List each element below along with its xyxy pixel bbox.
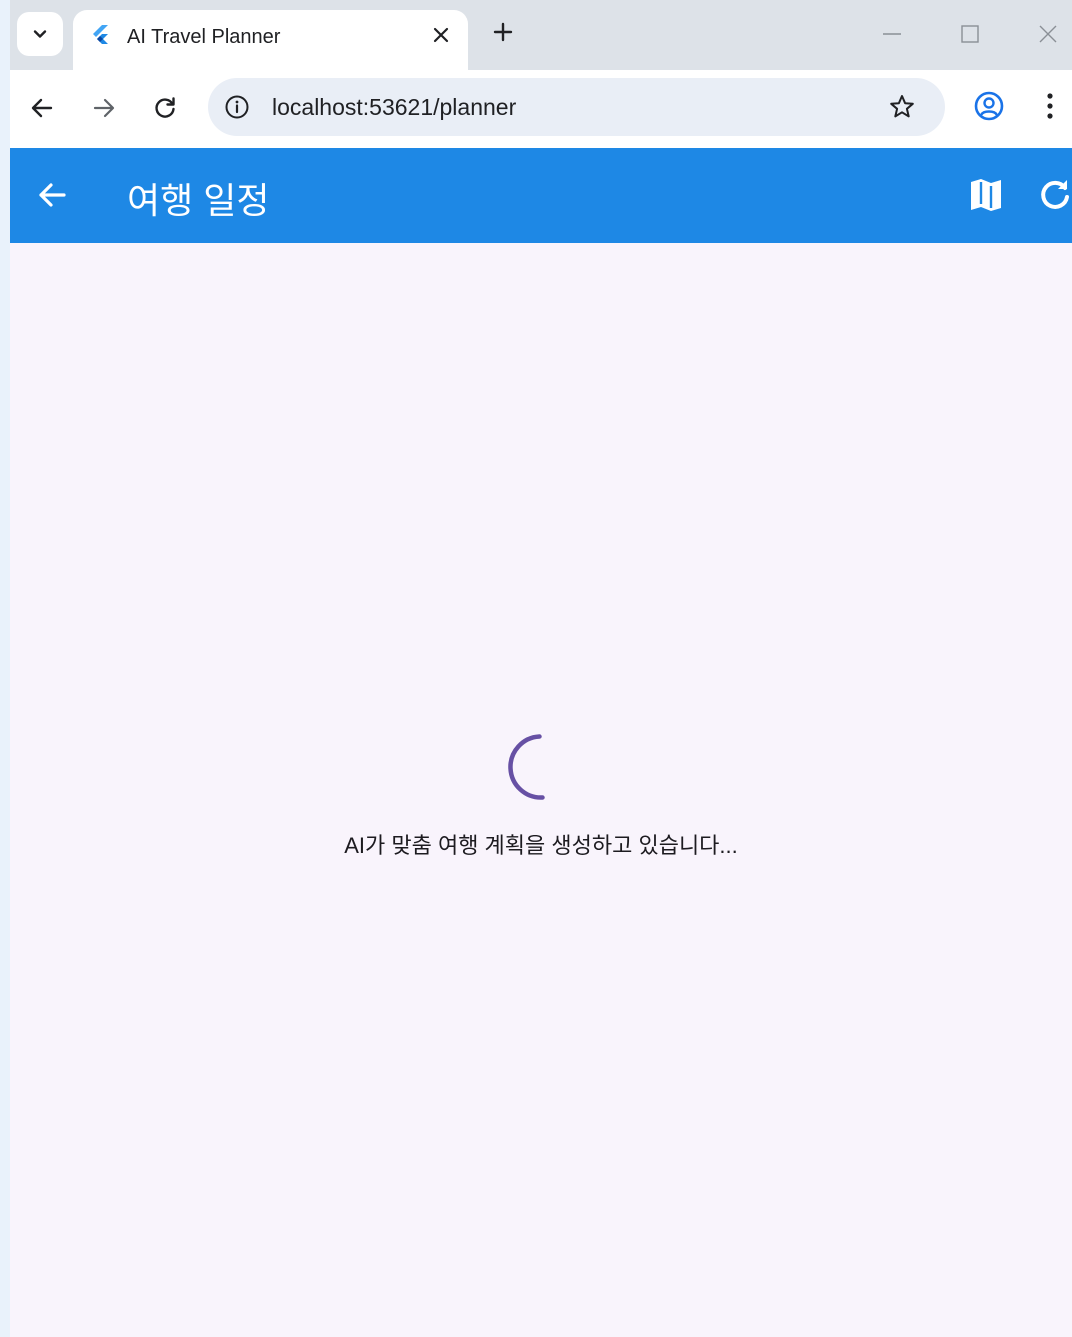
- maximize-button[interactable]: [956, 20, 984, 48]
- circular-progress-spinner: [508, 734, 545, 800]
- arrow-left-icon[interactable]: [35, 178, 69, 212]
- close-icon: [433, 27, 449, 43]
- reload-icon: [155, 97, 175, 118]
- plus-icon: [493, 22, 513, 42]
- maximize-icon: [961, 25, 979, 43]
- window-close-button[interactable]: [1034, 20, 1062, 48]
- forward-button[interactable]: [86, 90, 122, 126]
- tab-search-button[interactable]: [17, 12, 63, 56]
- minimize-button[interactable]: [878, 20, 906, 48]
- minimize-icon: [883, 33, 901, 35]
- browser-toolbar: localhost:53621/planner: [10, 70, 1072, 148]
- map-icon[interactable]: [967, 176, 1005, 214]
- url-text[interactable]: localhost:53621/planner: [272, 94, 516, 121]
- page-title: 여행 일정: [127, 180, 270, 221]
- browser-window: AI Travel Planner localhost:53621/planne…: [10, 0, 1072, 1337]
- arrow-left-icon: [31, 98, 53, 118]
- arrow-right-icon: [93, 98, 115, 118]
- address-bar[interactable]: localhost:53621/planner: [208, 78, 945, 136]
- chevron-down-icon: [33, 30, 47, 38]
- back-button[interactable]: [24, 90, 60, 126]
- tab-title: AI Travel Planner: [127, 26, 281, 48]
- info-icon[interactable]: [224, 94, 250, 120]
- refresh-icon[interactable]: [1036, 176, 1072, 214]
- close-icon: [1039, 25, 1057, 43]
- more-vertical-icon: [1047, 93, 1053, 119]
- star-icon[interactable]: [888, 93, 916, 121]
- tab-close-button[interactable]: [428, 22, 454, 48]
- browser-menu-button[interactable]: [1038, 90, 1062, 122]
- tab-strip: AI Travel Planner: [10, 0, 1072, 70]
- loading-message: AI가 맞춤 여행 계획을 생성하고 있습니다...: [344, 833, 738, 858]
- app-bar: 여행 일정: [10, 148, 1072, 243]
- tab-ai-travel-planner[interactable]: AI Travel Planner: [73, 10, 468, 70]
- account-circle-icon[interactable]: [973, 90, 1005, 122]
- new-tab-button[interactable]: [488, 17, 518, 47]
- reload-button[interactable]: [147, 90, 183, 126]
- flutter-logo-icon: [93, 25, 108, 44]
